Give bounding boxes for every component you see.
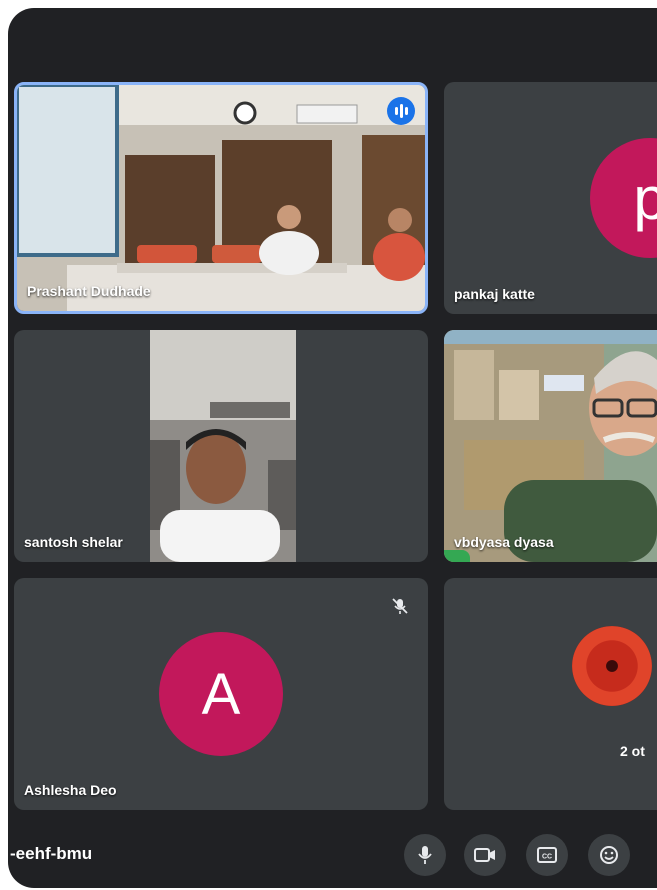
participant-tile-vbdyasa[interactable]: vbdyasa dyasa: [444, 330, 657, 562]
camera-icon: [474, 848, 495, 862]
room-video: [17, 85, 425, 311]
svg-text:CC: CC: [542, 854, 552, 861]
reactions-button[interactable]: [588, 834, 630, 876]
captions-button[interactable]: CC: [526, 834, 568, 876]
avatar: A: [159, 632, 283, 756]
others-tile[interactable]: 2 ot: [444, 578, 657, 810]
meeting-window: Prashant Dudhade p pankaj katte santosh …: [8, 8, 657, 888]
meeting-code: -eehf-bmu: [10, 844, 93, 863]
speaking-indicator-icon: [387, 97, 415, 125]
participant-name: Prashant Dudhade: [27, 283, 151, 299]
participant-name: pankaj katte: [454, 286, 535, 302]
muted-mic-icon: [390, 596, 410, 616]
car-video: [150, 330, 296, 562]
participant-tile-ashlesha[interactable]: A Ashlesha Deo: [14, 578, 428, 810]
mic-icon: [418, 846, 432, 864]
emoji-icon: [600, 846, 618, 864]
captions-icon: CC: [537, 847, 557, 863]
bottom-control-bar: -eehf-bmu CC: [8, 822, 657, 888]
participant-tile-santosh[interactable]: santosh shelar: [14, 330, 428, 562]
network-indicator-icon: [444, 550, 470, 562]
avatar: p: [590, 138, 657, 258]
participant-video: [444, 330, 657, 562]
participant-tile-prashant[interactable]: Prashant Dudhade: [14, 82, 428, 314]
participant-tile-pankaj[interactable]: p pankaj katte: [444, 82, 657, 314]
participant-name: santosh shelar: [24, 534, 123, 550]
participant-name: vbdyasa dyasa: [454, 534, 554, 550]
camera-button[interactable]: [464, 834, 506, 876]
others-count-label: 2 ot: [620, 743, 645, 759]
mic-button[interactable]: [404, 834, 446, 876]
others-avatar: [572, 626, 652, 706]
participant-name: Ashlesha Deo: [24, 782, 117, 798]
